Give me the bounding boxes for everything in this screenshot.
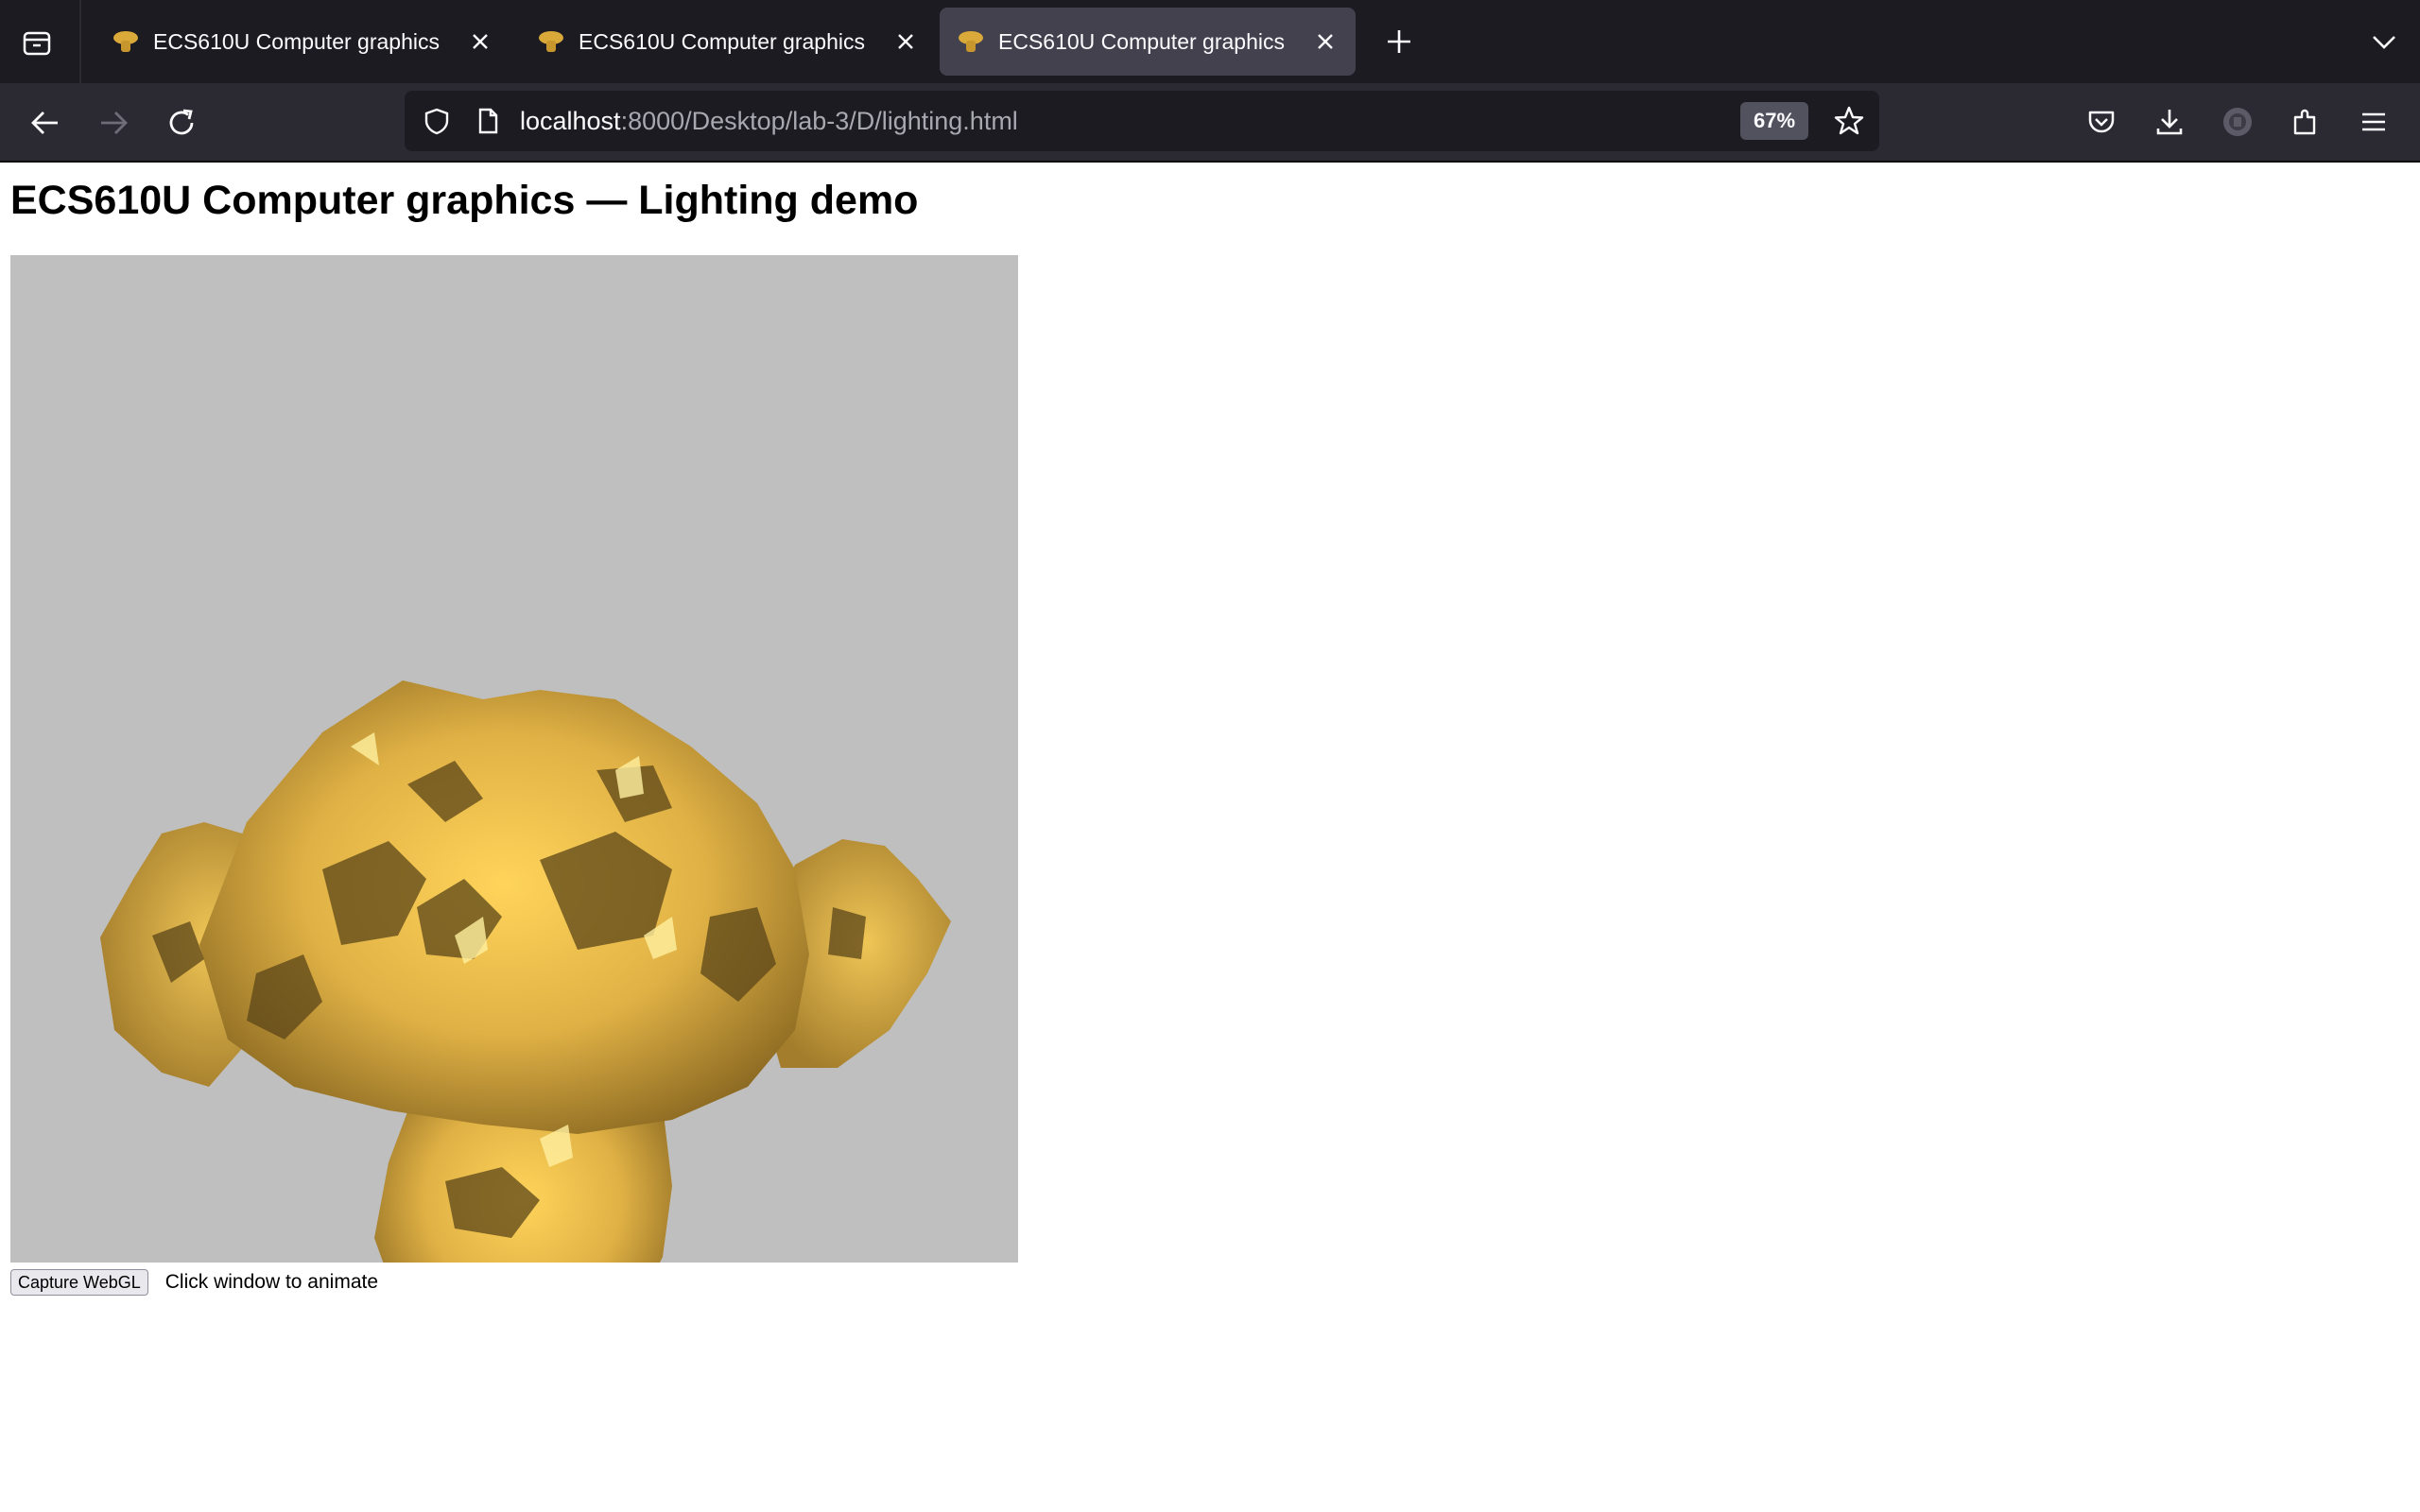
gold-monkey-head-render bbox=[100, 680, 951, 1263]
tab-title: ECS610U Computer graphics bbox=[998, 28, 1285, 54]
pocket-icon[interactable] bbox=[2078, 98, 2125, 146]
favicon-icon bbox=[539, 31, 563, 52]
url-text[interactable]: localhost:8000/Desktop/lab-3/D/lighting.… bbox=[520, 91, 1018, 151]
shield-icon[interactable] bbox=[420, 104, 454, 138]
controls-row: Capture WebGL Click window to animate bbox=[10, 1268, 378, 1297]
menu-icon[interactable] bbox=[2350, 98, 2397, 146]
close-icon[interactable] bbox=[889, 25, 923, 59]
tab-strip: ECS610U Computer graphics ECS610U Comput… bbox=[0, 0, 2420, 83]
tab-2[interactable]: ECS610U Computer graphics bbox=[520, 8, 936, 76]
reload-icon[interactable] bbox=[159, 100, 204, 146]
tab-divider bbox=[79, 0, 81, 83]
capture-webgl-button[interactable]: Capture WebGL bbox=[10, 1269, 148, 1296]
url-path: :8000/Desktop/lab-3/D/lighting.html bbox=[620, 107, 1018, 135]
webgl-canvas[interactable] bbox=[10, 255, 1018, 1263]
forward-arrow-icon[interactable] bbox=[91, 100, 136, 146]
chevron-down-icon[interactable] bbox=[2363, 21, 2405, 62]
url-bar[interactable]: localhost:8000/Desktop/lab-3/D/lighting.… bbox=[405, 91, 1879, 151]
tab-3-active[interactable]: ECS610U Computer graphics bbox=[940, 8, 1356, 76]
close-icon[interactable] bbox=[1308, 25, 1342, 59]
zoom-badge[interactable]: 67% bbox=[1740, 102, 1809, 140]
nav-bar: localhost:8000/Desktop/lab-3/D/lighting.… bbox=[0, 83, 2420, 163]
star-icon[interactable] bbox=[1830, 102, 1868, 140]
favicon-icon bbox=[959, 31, 983, 52]
account-icon[interactable] bbox=[2214, 98, 2261, 146]
favicon-icon bbox=[113, 31, 138, 52]
extensions-icon[interactable] bbox=[2282, 98, 2329, 146]
skull bbox=[199, 680, 809, 1134]
page-icon[interactable] bbox=[471, 104, 505, 138]
tab-1[interactable]: ECS610U Computer graphics bbox=[95, 8, 510, 76]
page-title: ECS610U Computer graphics — Lighting dem… bbox=[10, 178, 919, 223]
download-icon[interactable] bbox=[2146, 98, 2193, 146]
back-arrow-icon[interactable] bbox=[23, 100, 68, 146]
tab-overview-icon[interactable] bbox=[17, 23, 57, 62]
url-host: localhost bbox=[520, 107, 621, 135]
plus-icon[interactable] bbox=[1378, 21, 1420, 62]
close-icon[interactable] bbox=[463, 25, 497, 59]
tab-title: ECS610U Computer graphics bbox=[579, 28, 865, 54]
tab-title: ECS610U Computer graphics bbox=[153, 28, 440, 54]
animate-hint: Click window to animate bbox=[164, 1271, 379, 1293]
